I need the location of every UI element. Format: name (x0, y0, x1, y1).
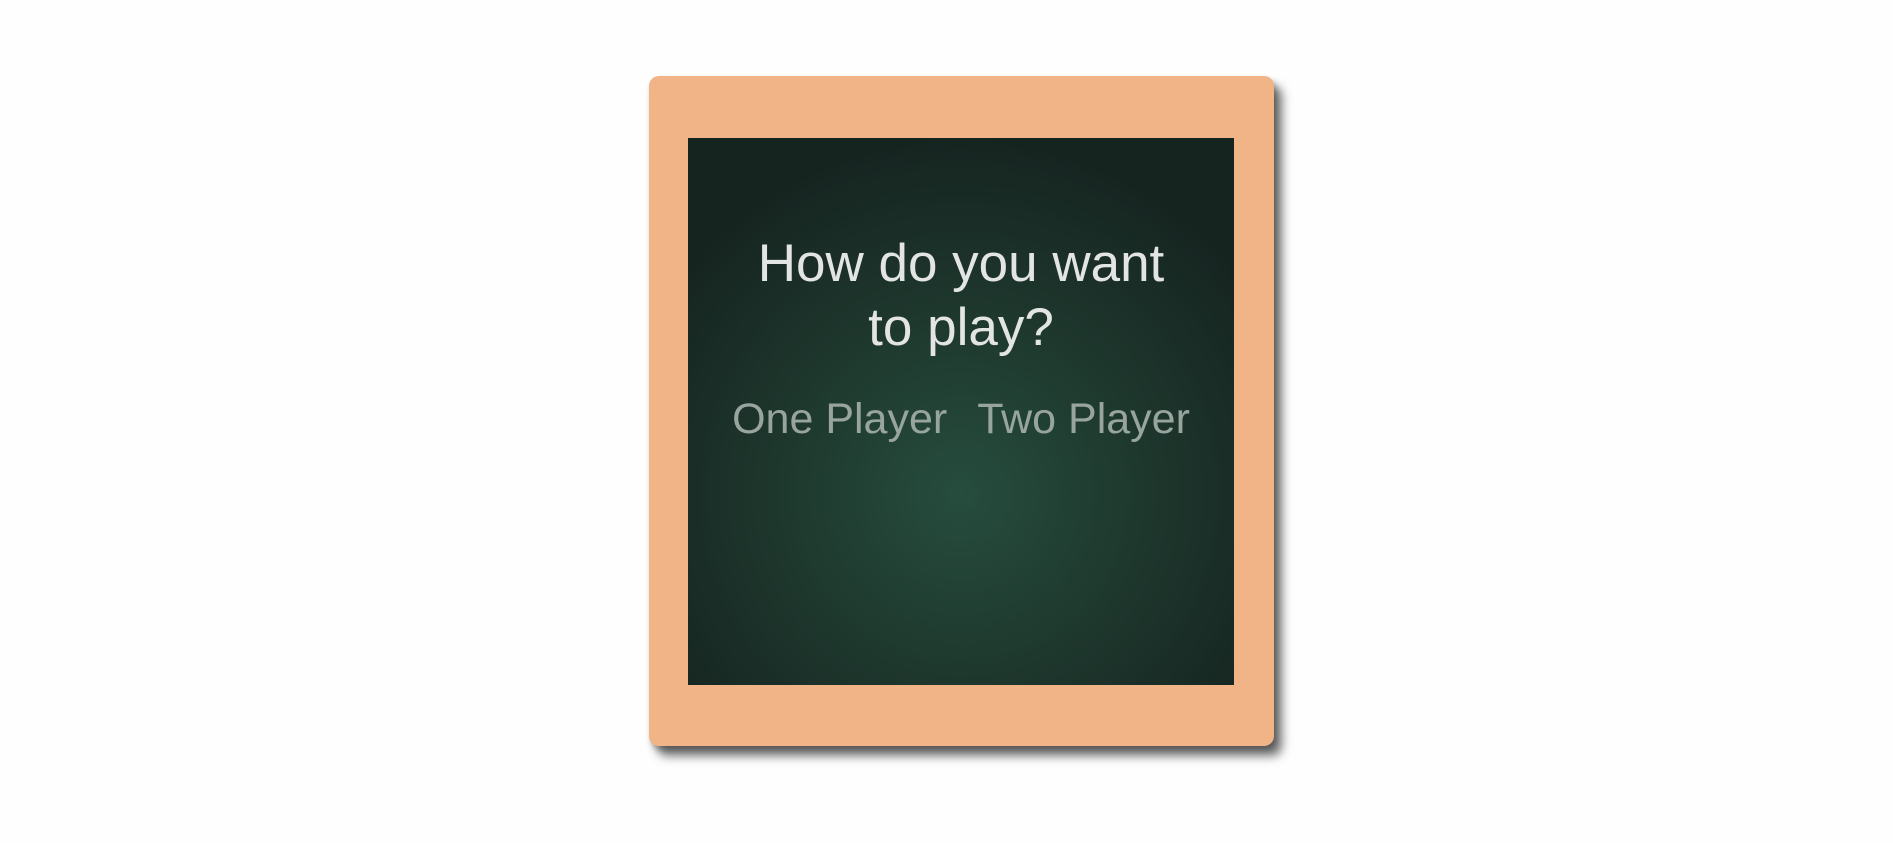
two-player-button[interactable]: Two Player (977, 394, 1190, 444)
play-mode-prompt: How do you want to play? (757, 234, 1165, 357)
game-board: How do you want to play? One Player Two … (688, 138, 1234, 685)
one-player-button[interactable]: One Player (732, 394, 947, 444)
play-mode-options: One Player Two Player (688, 394, 1234, 444)
game-frame: How do you want to play? One Player Two … (649, 76, 1274, 746)
